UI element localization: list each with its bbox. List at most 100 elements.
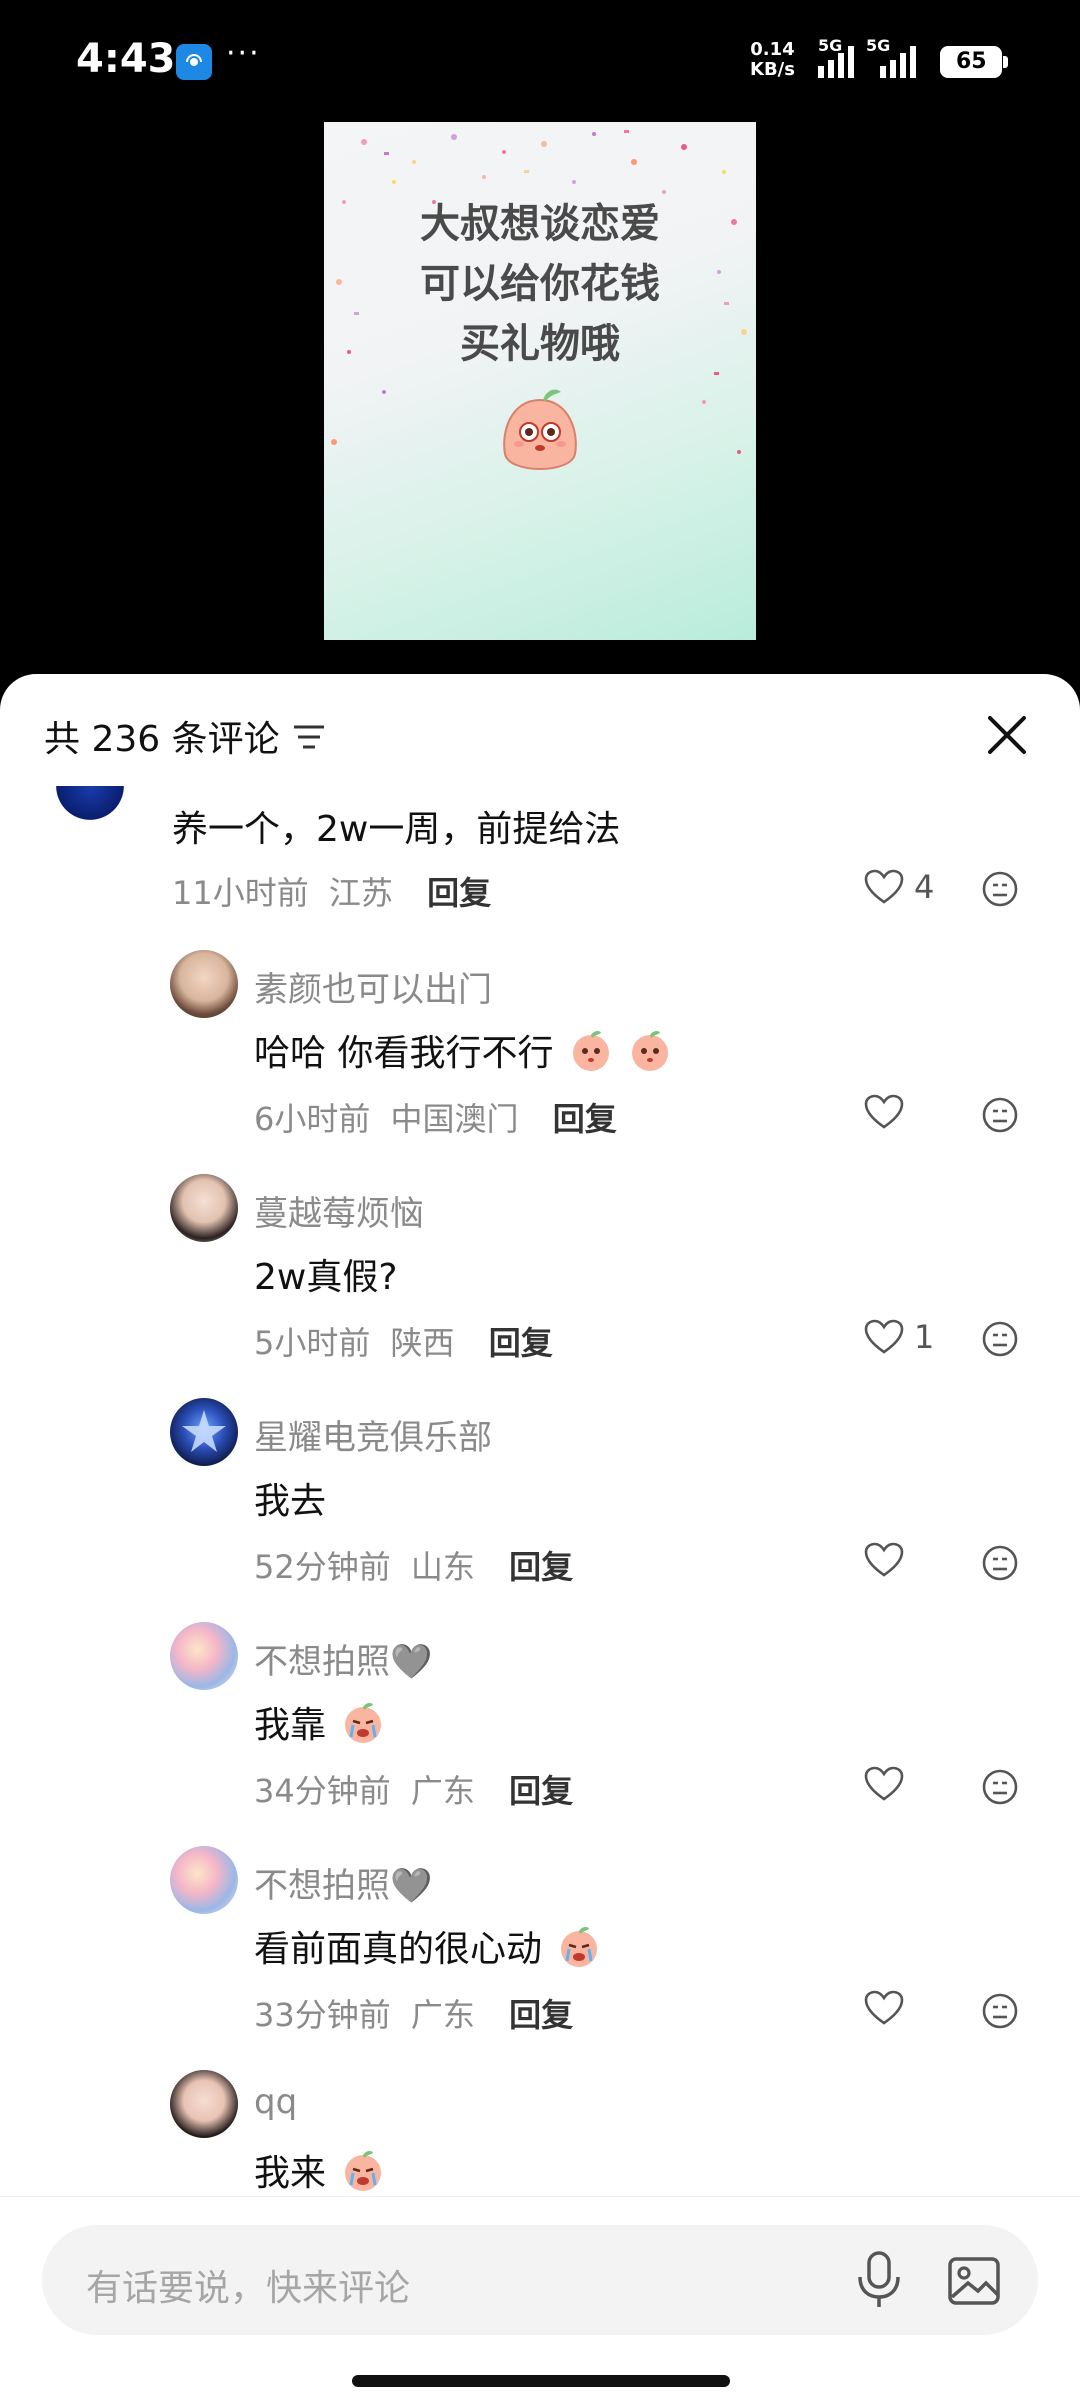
status-dots: ··· [226,36,261,71]
dislike-icon[interactable] [981,1768,1019,1806]
comment-text: 养一个，2w一周，前提给法 [172,809,621,850]
reply-username[interactable]: qq [254,2082,297,2122]
comment-input-bar: 有话要说，快来评论 [0,2196,1080,2400]
reply-text: 哈哈 你看我行不行 [254,1024,672,1076]
home-indicator[interactable] [352,2375,730,2387]
reply-text-content: 我靠 [254,1705,327,1746]
signal-strength-icon [880,46,916,78]
reply-text-content: 哈哈 你看我行不行 [254,1033,554,1074]
like-count: 1 [914,1318,935,1356]
comment-location: 江苏 [328,874,393,912]
crying-emoji-icon [345,2151,382,2191]
reply-text: 我来 [254,2144,385,2196]
reply-location: 中国澳门 [390,1100,519,1138]
mic-icon[interactable] [854,2249,904,2311]
net-speed: 0.14 KB/s [750,40,795,80]
avatar[interactable] [170,1398,238,1466]
comment-sheet-header: 共 236 条评论 [0,674,1080,794]
avatar[interactable] [170,1622,238,1690]
video-caption-line2: 可以给你花钱 [420,261,660,307]
reply-button[interactable]: 回复 [553,1100,617,1138]
avatar[interactable] [170,950,238,1018]
reply-text: 看前面真的很心动 [254,1920,601,1972]
reply-time: 33分钟前 [254,1996,391,2034]
reply-time: 5小时前 [254,1324,371,1362]
reply-time: 34分钟前 [254,1772,391,1810]
status-bar: 4:43 ··· 0.14 KB/s 5G 5G 65 [0,0,1080,120]
net-speed-value: 0.14 [750,39,795,60]
like-button[interactable]: 1 [864,1318,934,1356]
status-time: 4:43 [76,36,176,82]
comment-input[interactable]: 有话要说，快来评论 [42,2225,1038,2335]
reply-button[interactable]: 回复 [427,874,491,912]
reply-text: 我去 [254,1481,327,1522]
comment-input-placeholder: 有话要说，快来评论 [86,2268,411,2309]
heart-icon [864,1990,904,2025]
reply-username[interactable]: 星耀电竞俱乐部 [254,1410,492,1459]
video-caption-line1: 大叔想谈恋爱 [420,201,660,247]
dislike-icon[interactable] [981,1544,1019,1582]
like-button[interactable] [864,1094,914,1130]
peach-emoji-icon [632,1031,669,1071]
dislike-icon[interactable] [981,870,1019,908]
reply-button[interactable]: 回复 [509,1772,573,1810]
peach-mascot-icon [503,389,577,470]
net-speed-unit: KB/s [750,59,795,80]
comment-meta: 11小时前 江苏 回复 [172,868,491,914]
reply-time: 52分钟前 [254,1548,391,1586]
filter-icon[interactable] [292,722,326,752]
like-button[interactable] [864,1990,914,2026]
like-button[interactable]: 4 [864,868,934,906]
like-button[interactable] [864,1766,914,1802]
reply-meta: 52分钟前 山东 回复 [254,1542,573,1588]
reply-meta: 6小时前 中国澳门 回复 [254,1094,617,1140]
dislike-icon[interactable] [981,1320,1019,1358]
heart-icon [864,1319,904,1354]
reply-username[interactable]: 不想拍照🩶 [254,1634,432,1683]
comment-sheet: 共 236 条评论 养一个，2w一周，前提给法 11小时前 江苏 回复 4 素颜… [0,674,1080,2400]
reply-text: 2w真假? [254,1257,398,1298]
battery-indicator: 65 [940,46,1008,78]
crying-emoji-icon [345,1703,382,1743]
app-icon [176,44,212,80]
signal-strength-icon [818,46,854,78]
reply-username[interactable]: 不想拍照🩶 [254,1858,432,1907]
reply-text-content: 我来 [254,2153,327,2194]
avatar[interactable] [170,1174,238,1242]
close-icon[interactable] [982,710,1032,760]
reply-button[interactable]: 回复 [509,1996,573,2034]
reply-meta: 5小时前 陕西 回复 [254,1318,553,1364]
reply-location: 陕西 [390,1324,455,1362]
comment-time: 11小时前 [172,874,309,912]
reply-button[interactable]: 回复 [509,1548,573,1586]
video-thumbnail[interactable]: 大叔想谈恋爱 可以给你花钱 买礼物哦 [324,122,756,640]
peach-emoji-icon [572,1031,609,1071]
avatar[interactable] [44,786,136,826]
heart-icon [864,1766,904,1801]
dislike-icon[interactable] [981,1992,1019,2030]
reply-meta: 34分钟前 广东 回复 [254,1766,573,1812]
video-caption: 大叔想谈恋爱 可以给你花钱 买礼物哦 [324,194,756,374]
reply-username[interactable]: 蔓越莓烦恼 [254,1186,424,1235]
heart-icon [864,1542,904,1577]
reply-text-content: 看前面真的很心动 [254,1929,543,1970]
like-button[interactable] [864,1542,914,1578]
avatar[interactable] [170,1846,238,1914]
reply-button[interactable]: 回复 [489,1324,553,1362]
image-icon[interactable] [946,2253,1002,2309]
like-count: 4 [914,868,935,906]
heart-icon [864,1094,904,1129]
avatar[interactable] [170,2070,238,2138]
dislike-icon[interactable] [981,1096,1019,1134]
star-logo-icon [182,1410,226,1452]
reply-meta: 33分钟前 广东 回复 [254,1990,573,2036]
reply-username[interactable]: 素颜也可以出门 [254,962,492,1011]
crying-emoji-icon [561,1927,598,1967]
reply-location: 广东 [410,1772,475,1810]
reply-time: 6小时前 [254,1100,371,1138]
comment-count: 共 236 条评论 [44,719,280,760]
heart-icon [864,869,904,904]
video-caption-line3: 买礼物哦 [460,321,620,367]
reply-location: 山东 [410,1548,475,1586]
reply-text: 我靠 [254,1696,385,1748]
